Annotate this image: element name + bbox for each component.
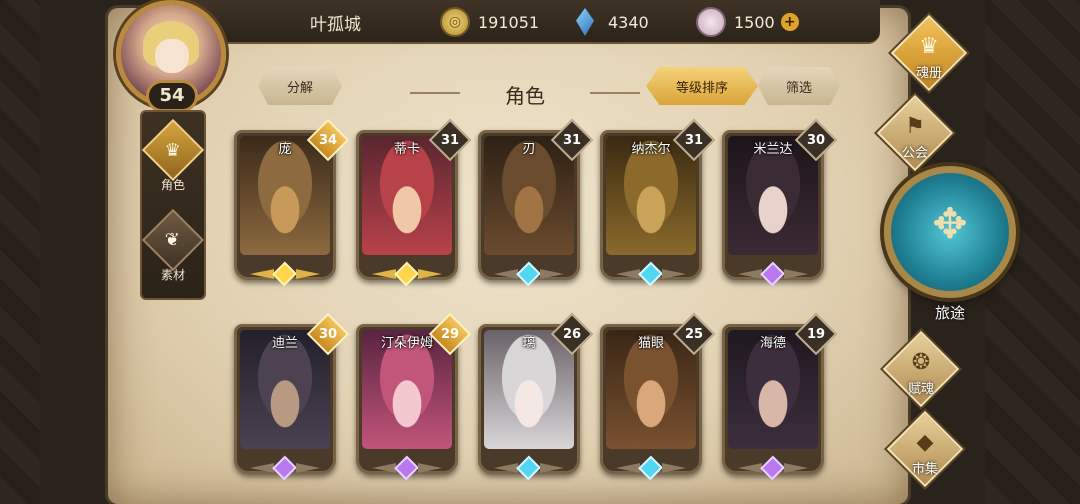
rank-emblem-icon bbox=[372, 261, 442, 287]
gold-coin-icon: ◎ bbox=[440, 7, 470, 37]
character-level: 30 bbox=[806, 132, 826, 148]
gold-amount: 191051 bbox=[478, 12, 540, 32]
soul-book-button[interactable]: ♛ 魂册 bbox=[884, 14, 974, 92]
filter-button[interactable]: 筛选 bbox=[758, 67, 840, 105]
rank-emblem-icon bbox=[250, 261, 320, 287]
character-card[interactable]: 蒂卡 31 bbox=[356, 118, 472, 287]
side-item-material[interactable]: ❦ 素材 bbox=[141, 208, 205, 292]
soul-book-icon: ♛ bbox=[919, 34, 939, 59]
soul-book-label: 魂册 bbox=[915, 66, 942, 81]
rank-emblem-icon bbox=[738, 455, 808, 481]
page-title: 角色 bbox=[505, 84, 545, 108]
character-level: 31 bbox=[440, 132, 460, 148]
character-level: 29 bbox=[440, 326, 460, 342]
material-wings-icon: ❦ bbox=[141, 208, 205, 272]
rank-emblem-icon bbox=[616, 455, 686, 481]
guild-label: 公会 bbox=[901, 146, 928, 161]
add-gem-button[interactable]: + bbox=[780, 13, 799, 31]
character-level: 25 bbox=[684, 326, 704, 342]
crystal-amount: 4340 bbox=[608, 12, 649, 32]
character-level: 31 bbox=[684, 132, 704, 148]
character-level: 19 bbox=[806, 326, 826, 342]
title-right-ornament bbox=[590, 92, 640, 94]
currency-crystal: 4340 bbox=[570, 6, 649, 38]
character-helmet-icon: ♛ bbox=[141, 118, 205, 182]
currency-gold: ◎ 191051 bbox=[440, 6, 539, 38]
character-card[interactable]: 米兰达 30 bbox=[722, 118, 838, 287]
character-card[interactable]: 刃 31 bbox=[478, 118, 594, 287]
journey-compass-icon: ✥ bbox=[932, 199, 968, 248]
rank-emblem-icon bbox=[372, 455, 442, 481]
side-menu: ♛ 角色 ❦ 素材 bbox=[140, 110, 206, 300]
character-card[interactable]: 纳杰尔 31 bbox=[600, 118, 716, 287]
character-card[interactable]: 海德 19 bbox=[722, 312, 838, 481]
player-name: 叶孤城 bbox=[310, 15, 361, 35]
currency-gem: 1500 + bbox=[696, 6, 799, 38]
sort-by-level-button[interactable]: 等级排序 bbox=[646, 67, 758, 105]
character-card[interactable]: 猫眼 25 bbox=[600, 312, 716, 481]
guild-icon: ⚑ bbox=[905, 114, 925, 139]
left-border-decoration bbox=[0, 0, 40, 504]
market-icon: ◆ bbox=[916, 430, 934, 455]
gem-amount: 1500 bbox=[734, 12, 775, 32]
decompose-button[interactable]: 分解 bbox=[258, 67, 342, 105]
journey-button[interactable]: ✥ bbox=[884, 166, 1016, 298]
character-level: 30 bbox=[318, 326, 338, 342]
blue-crystal-icon bbox=[570, 7, 600, 37]
side-item-character[interactable]: ♛ 角色 bbox=[141, 118, 205, 202]
rank-emblem-icon bbox=[250, 455, 320, 481]
character-card[interactable]: 璃 26 bbox=[478, 312, 594, 481]
soul-infuse-icon: ❂ bbox=[911, 350, 931, 375]
pink-gem-icon bbox=[696, 7, 726, 37]
character-card[interactable]: 汀朵伊姆 29 bbox=[356, 312, 472, 481]
soul-infuse-label: 赋魂 bbox=[907, 382, 934, 397]
rank-emblem-icon bbox=[494, 455, 564, 481]
character-level: 34 bbox=[318, 132, 338, 148]
market-label: 市集 bbox=[911, 462, 938, 477]
guild-button[interactable]: ⚑ 公会 bbox=[870, 94, 960, 172]
player-level-badge: 54 bbox=[146, 80, 198, 112]
rank-emblem-icon bbox=[494, 261, 564, 287]
soul-infuse-button[interactable]: ❂ 赋魂 bbox=[876, 330, 966, 408]
journey-label: 旅途 bbox=[934, 304, 965, 322]
title-left-ornament bbox=[410, 92, 460, 94]
character-level: 31 bbox=[562, 132, 582, 148]
character-level: 26 bbox=[562, 326, 582, 342]
rank-emblem-icon bbox=[616, 261, 686, 287]
market-button[interactable]: ◆ 市集 bbox=[880, 410, 970, 488]
rank-emblem-icon bbox=[738, 261, 808, 287]
character-card[interactable]: 庞 34 bbox=[234, 118, 350, 287]
character-card[interactable]: 迪兰 30 bbox=[234, 312, 350, 481]
